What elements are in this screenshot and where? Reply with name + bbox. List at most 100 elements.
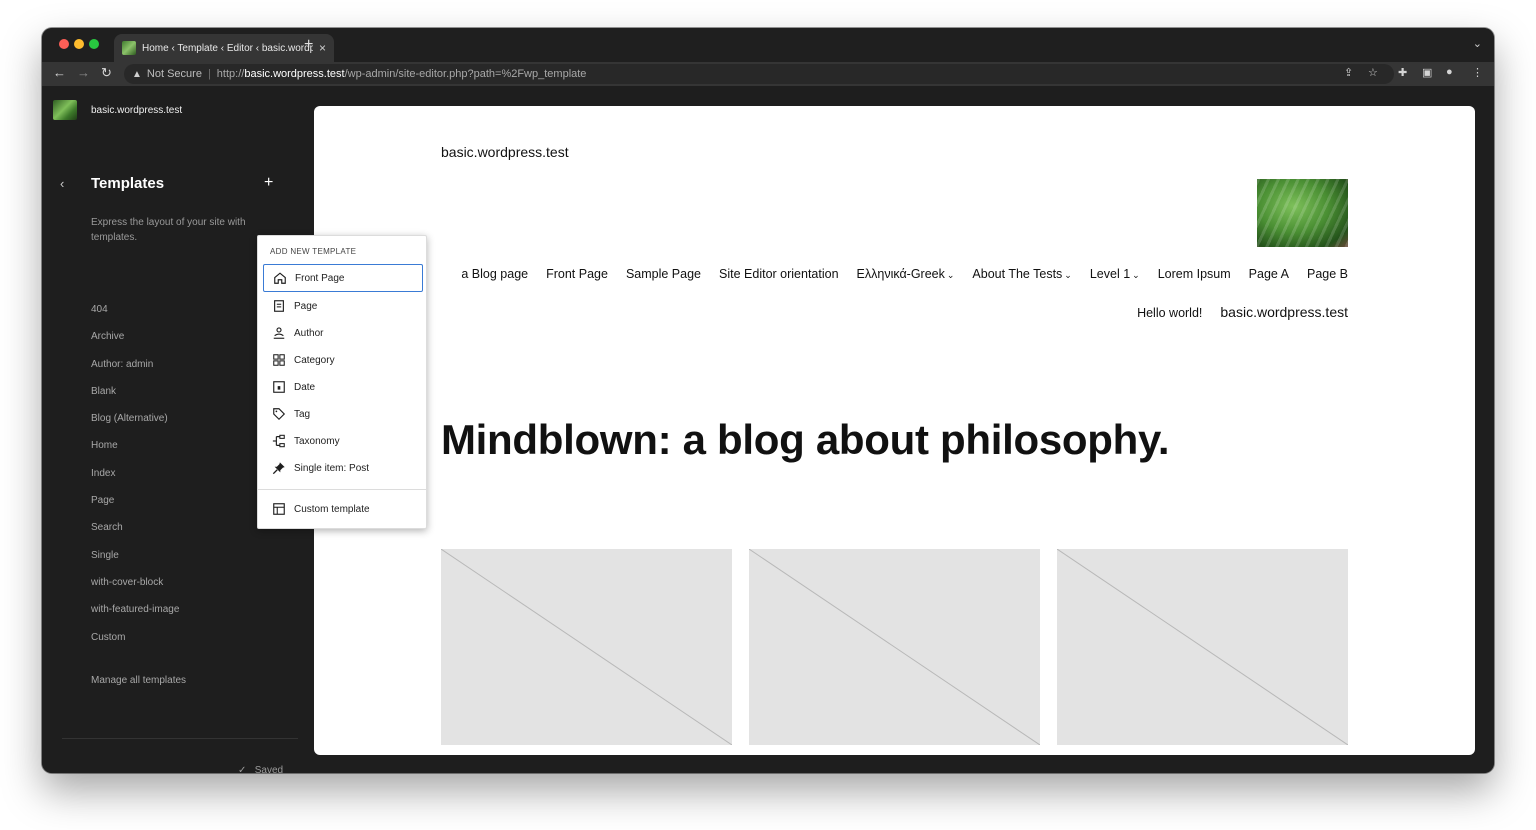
template-item[interactable]: Search: [91, 522, 179, 549]
profile-icon[interactable]: ●: [1446, 66, 1453, 78]
site-editor: basic.wordpress.test ‹ Templates + Expre…: [42, 86, 1494, 773]
editor-canvas[interactable]: basic.wordpress.test a Blog page Front P…: [314, 106, 1475, 755]
add-template-button[interactable]: +: [264, 174, 273, 192]
menu-item-label: Taxonomy: [294, 435, 340, 447]
chevron-down-icon: ⌄: [946, 270, 955, 280]
menu-divider: [258, 489, 426, 490]
nav-item[interactable]: Page B: [1307, 267, 1348, 281]
forward-icon[interactable]: →: [77, 65, 90, 80]
template-item[interactable]: Index: [91, 468, 179, 495]
menu-item-page[interactable]: Page: [263, 292, 423, 320]
new-tab-icon[interactable]: +: [304, 36, 313, 54]
template-item[interactable]: Page: [91, 495, 179, 522]
menu-item-label: Tag: [294, 408, 311, 420]
manage-templates-link[interactable]: Manage all templates: [91, 675, 186, 686]
tab-search-icon[interactable]: ⌄: [1473, 37, 1482, 50]
site-icon[interactable]: [53, 100, 77, 120]
menu-icon[interactable]: ⋮: [1472, 66, 1483, 79]
address-bar[interactable]: ▲ Not Secure | http:// basic.wordpress.t…: [124, 64, 1394, 84]
nav-item-label: Level 1: [1089, 267, 1131, 281]
nav-item[interactable]: Front Page: [546, 267, 608, 281]
placeholder-diagonal: [1057, 549, 1348, 745]
menu-item-label: Date: [294, 381, 316, 393]
warning-icon: ▲: [132, 68, 142, 80]
address-separator: |: [207, 68, 211, 80]
pin-icon: [272, 462, 285, 475]
template-item[interactable]: Single: [91, 550, 179, 577]
menu-item-front-page[interactable]: Front Page: [263, 264, 423, 292]
nav-item-dropdown[interactable]: About The Tests ⌄: [972, 267, 1071, 281]
template-item[interactable]: with-featured-image: [91, 604, 179, 631]
nav-item-dropdown[interactable]: Ελληνικά-Greek ⌄: [857, 267, 955, 281]
tab-title: Home ‹ Template ‹ Editor ‹ basic.wordpre…: [142, 42, 313, 54]
template-item[interactable]: Archive: [91, 331, 179, 358]
browser-tab[interactable]: Home ‹ Template ‹ Editor ‹ basic.wordpre…: [114, 34, 334, 62]
menu-header: ADD NEW TEMPLATE: [270, 247, 357, 256]
url-host: basic.wordpress.test: [244, 68, 345, 80]
site-name[interactable]: basic.wordpress.test: [91, 105, 182, 116]
placeholder-diagonal: [441, 549, 732, 745]
reload-icon[interactable]: ↻: [101, 65, 112, 81]
tab-strip: Home ‹ Template ‹ Editor ‹ basic.wordpre…: [42, 28, 1494, 62]
preview-site-logo[interactable]: [1257, 179, 1348, 247]
template-item[interactable]: Blog (Alternative): [91, 413, 179, 440]
preview-site-title[interactable]: basic.wordpress.test: [441, 144, 569, 160]
sidebar-title: Templates: [91, 175, 165, 192]
nav-item[interactable]: Lorem Ipsum: [1158, 267, 1231, 281]
back-icon[interactable]: ←: [53, 65, 66, 80]
menu-item-custom-template[interactable]: Custom template: [263, 495, 423, 523]
saved-label: Saved: [254, 765, 284, 773]
nav-item-dropdown[interactable]: Level 1 ⌄: [1090, 267, 1140, 281]
zoom-window-button[interactable]: [89, 39, 99, 49]
sidebar-divider: [62, 738, 298, 739]
page-icon: [274, 300, 284, 312]
menu-item-label: Author: [294, 327, 324, 339]
template-list: 404 Archive Author: admin Blank Blog (Al…: [91, 304, 179, 659]
nav-item[interactable]: Site Editor orientation: [719, 267, 839, 281]
close-window-button[interactable]: [59, 39, 69, 49]
minimize-window-button[interactable]: [74, 39, 84, 49]
template-item[interactable]: Home: [91, 440, 179, 467]
layout-icon: [273, 503, 285, 515]
url-path: /wp-admin/site-editor.php?path=%2Fwp_tem…: [344, 68, 587, 80]
placeholder-diagonal: [749, 549, 1040, 745]
menu-item-date[interactable]: Date: [263, 373, 423, 401]
nav-item[interactable]: Sample Page: [626, 267, 701, 281]
menu-item-category[interactable]: Category: [263, 346, 423, 374]
saved-status: ✓ Saved: [238, 765, 283, 773]
chevron-down-icon: ⌄: [1132, 270, 1140, 280]
close-tab-icon[interactable]: ×: [319, 41, 326, 55]
extensions-icon[interactable]: ✚: [1398, 66, 1407, 79]
nav-item[interactable]: Hello world!: [1137, 306, 1202, 320]
home-icon: [274, 272, 286, 284]
image-placeholder[interactable]: [749, 549, 1040, 745]
taxonomy-icon: [272, 434, 285, 448]
menu-item-author[interactable]: Author: [263, 319, 423, 347]
preview-heading[interactable]: Mindblown: a blog about philosophy.: [441, 416, 1170, 464]
template-item[interactable]: Author: admin: [91, 359, 179, 386]
category-icon: [273, 354, 285, 366]
browser-toolbar: ← → ↻ ▲ Not Secure | http:// basic.wordp…: [42, 62, 1494, 86]
nav-item[interactable]: Page A: [1249, 267, 1289, 281]
image-placeholder[interactable]: [1057, 549, 1348, 745]
image-placeholder[interactable]: [441, 549, 732, 745]
author-icon: [273, 327, 285, 339]
template-item[interactable]: 404: [91, 304, 179, 331]
bookmark-star-icon[interactable]: ☆: [1368, 66, 1378, 79]
menu-item-single-post[interactable]: Single item: Post: [263, 454, 423, 482]
template-item[interactable]: Blank: [91, 386, 179, 413]
add-template-menu: ADD NEW TEMPLATE Front Page Page Author …: [257, 235, 427, 529]
template-item[interactable]: with-cover-block: [91, 577, 179, 604]
date-icon: [273, 381, 285, 393]
menu-item-taxonomy[interactable]: Taxonomy: [263, 427, 423, 455]
template-item[interactable]: Custom: [91, 632, 179, 659]
url-scheme: http://: [216, 68, 245, 80]
nav-item[interactable]: basic.wordpress.test: [1220, 304, 1348, 320]
menu-item-tag[interactable]: Tag: [263, 400, 423, 428]
side-panel-icon[interactable]: ▣: [1422, 66, 1432, 79]
nav-item-label: Ελληνικά-Greek: [856, 267, 945, 281]
sidebar-description: Express the layout of your site with tem…: [91, 217, 246, 243]
nav-item[interactable]: a Blog page: [461, 267, 528, 281]
share-icon[interactable]: ⇪: [1344, 66, 1353, 79]
back-chevron-icon[interactable]: ‹: [60, 176, 64, 191]
